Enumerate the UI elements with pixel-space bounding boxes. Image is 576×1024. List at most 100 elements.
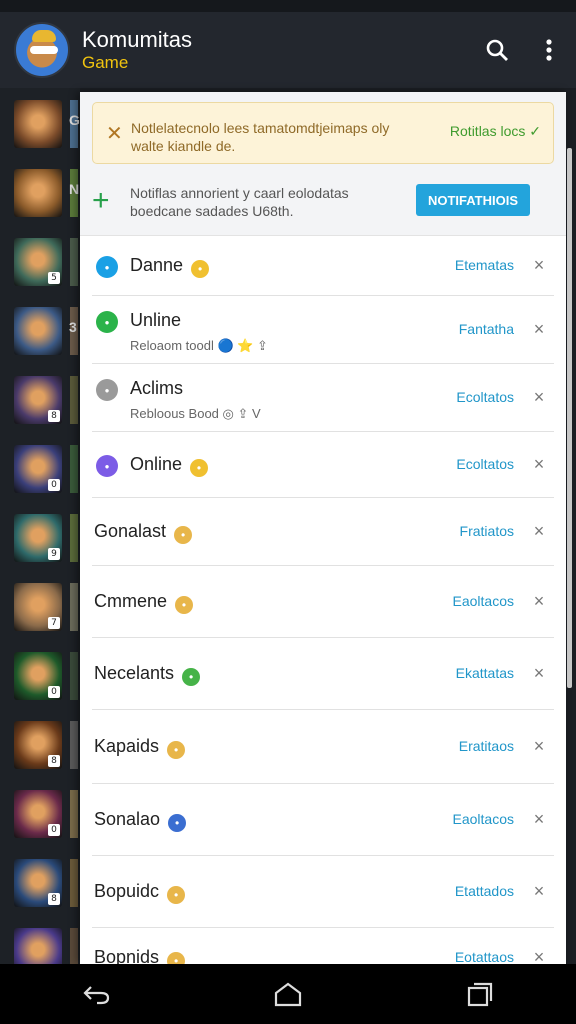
notifications-button[interactable]: NOTIFATHIOIS	[416, 184, 530, 216]
add-notification-text: Notiflas annorient y caarl eolodatas boe…	[130, 185, 349, 219]
notification-row[interactable]: Bopnids • Eotattaos ×	[92, 928, 554, 964]
notification-row[interactable]: ● Unline Reloaom toodl 🔵 ⭐ ⇪ Fantatha ×	[92, 296, 554, 364]
close-icon[interactable]: ×	[528, 387, 550, 408]
app-icon: ●	[96, 256, 118, 278]
notification-action-link[interactable]: Eaoltacos	[453, 593, 514, 609]
notification-subtitle: Reloaom toodl 🔵 ⭐ ⇪	[130, 338, 268, 353]
warning-link[interactable]: Rotitlas locs ✓	[450, 123, 541, 140]
notification-title: Gonalast •	[94, 521, 193, 544]
game-badge: 0	[48, 479, 60, 491]
notification-panel: ✕ Notlelatecnolo lees tamatomdtjeimaps o…	[80, 92, 566, 964]
close-icon[interactable]: ×	[528, 591, 550, 612]
game-badge: 0	[48, 686, 60, 698]
game-badge: 8	[48, 893, 60, 905]
app-bar: Komumitas Game	[0, 12, 576, 88]
game-badge: 5	[48, 272, 60, 284]
game-thumbnail-edge	[70, 790, 78, 838]
notification-action-link[interactable]: Etattados	[455, 883, 514, 899]
emoji-icon: •	[191, 260, 210, 278]
game-badge: 7	[48, 617, 60, 629]
notification-action-link[interactable]: Eratitaos	[459, 738, 514, 754]
notification-title: Unline	[130, 310, 181, 331]
notification-action-link[interactable]: Eaoltacos	[453, 811, 514, 827]
app-avatar[interactable]	[14, 22, 70, 78]
emoji-icon: •	[182, 668, 201, 686]
app-title: Komumitas	[82, 27, 193, 52]
emoji-icon: •	[168, 814, 187, 832]
game-thumbnail[interactable]	[14, 169, 62, 217]
panel-header: ✕ Notlelatecnolo lees tamatomdtjeimaps o…	[80, 92, 566, 236]
notification-row[interactable]: Gonalast • Fratiatos ×	[92, 498, 554, 566]
game-letter: N	[69, 181, 80, 197]
emoji-icon: •	[190, 459, 209, 477]
notification-name: Danne	[130, 255, 184, 275]
notification-name: Cmmene	[94, 591, 168, 611]
notification-row[interactable]: Necelants • Ekattatas ×	[92, 638, 554, 710]
notification-action-link[interactable]: Fantatha	[459, 321, 514, 337]
notification-action-link[interactable]: Ekattatas	[456, 665, 514, 681]
app-icon: ●	[96, 311, 118, 333]
close-icon[interactable]: ×	[528, 454, 550, 475]
notification-row[interactable]: Sonalao • Eaoltacos ×	[92, 784, 554, 856]
notification-row[interactable]: Kapaids • Eratitaos ×	[92, 710, 554, 784]
notification-name: Sonalao	[94, 809, 161, 829]
notification-title: Bopnids •	[94, 947, 186, 964]
appbar-actions	[484, 37, 562, 63]
navigation-bar	[0, 964, 576, 1024]
status-bar	[0, 0, 576, 12]
notification-title: Kapaids •	[94, 736, 186, 759]
plus-icon[interactable]: +	[92, 186, 110, 216]
notification-action-link[interactable]: Ecoltatos	[456, 456, 514, 472]
app-icon: ●	[96, 455, 118, 477]
app-subtitle: Game	[82, 53, 129, 72]
game-badge: 8	[48, 755, 60, 767]
home-icon[interactable]	[268, 974, 308, 1014]
scrollbar[interactable]	[567, 148, 572, 688]
game-thumbnail-edge	[70, 238, 78, 286]
search-icon[interactable]	[484, 37, 510, 63]
notification-row[interactable]: Bopuidc • Etattados ×	[92, 856, 554, 928]
close-icon[interactable]: ×	[528, 521, 550, 542]
close-icon[interactable]: ×	[528, 319, 550, 340]
notification-title: Online •	[130, 454, 209, 477]
close-icon[interactable]: ×	[528, 663, 550, 684]
emoji-icon: •	[167, 886, 186, 904]
game-badge: 9	[48, 548, 60, 560]
games-list: G N 5 3 8 0 9 7 0 8 0 8	[0, 88, 80, 976]
notification-title: Necelants •	[94, 663, 201, 686]
notification-action-link[interactable]: Fratiatos	[460, 523, 514, 539]
add-notification-row: + Notiflas annorient y caarl eolodatas b…	[92, 180, 554, 224]
game-thumbnail-edge	[70, 583, 78, 631]
close-icon[interactable]: ×	[528, 881, 550, 902]
back-icon[interactable]	[76, 974, 116, 1014]
notification-name: Aclims	[130, 378, 183, 398]
close-icon[interactable]: ×	[528, 255, 550, 276]
more-options-icon[interactable]	[536, 37, 562, 63]
notification-title: Aclims	[130, 378, 183, 399]
recents-icon[interactable]	[460, 974, 500, 1014]
emoji-icon: •	[175, 596, 194, 614]
notification-name: Bopnids	[94, 947, 160, 964]
notification-row[interactable]: ● Online • Ecoltatos ×	[92, 432, 554, 498]
game-thumbnail-edge	[70, 514, 78, 562]
notification-action-link[interactable]: Etematas	[455, 257, 514, 273]
warning-text: Notlelatecnolo lees tamatomdtjeimaps oly…	[131, 120, 390, 154]
app-icon: ●	[96, 379, 118, 401]
emoji-icon: •	[167, 741, 186, 759]
notification-action-link[interactable]: Eotattaos	[455, 949, 514, 964]
game-thumbnail-edge	[70, 652, 78, 700]
game-letter: G	[69, 112, 80, 128]
dismiss-warning-icon[interactable]: ✕	[106, 121, 123, 146]
close-icon[interactable]: ×	[528, 947, 550, 964]
game-thumbnail[interactable]	[14, 100, 62, 148]
notification-row[interactable]: Cmmene • Eaoltacos ×	[92, 566, 554, 638]
notification-name: Necelants	[94, 663, 175, 683]
close-icon[interactable]: ×	[528, 736, 550, 757]
game-badge: 8	[48, 410, 60, 422]
game-badge: 0	[48, 824, 60, 836]
notification-row[interactable]: ● Danne • Etematas ×	[92, 236, 554, 296]
notification-action-link[interactable]: Ecoltatos	[456, 389, 514, 405]
close-icon[interactable]: ×	[528, 809, 550, 830]
game-thumbnail[interactable]	[14, 307, 62, 355]
notification-row[interactable]: ● Aclims Rebloous Bood ◎ ⇪ V Ecoltatos ×	[92, 364, 554, 432]
